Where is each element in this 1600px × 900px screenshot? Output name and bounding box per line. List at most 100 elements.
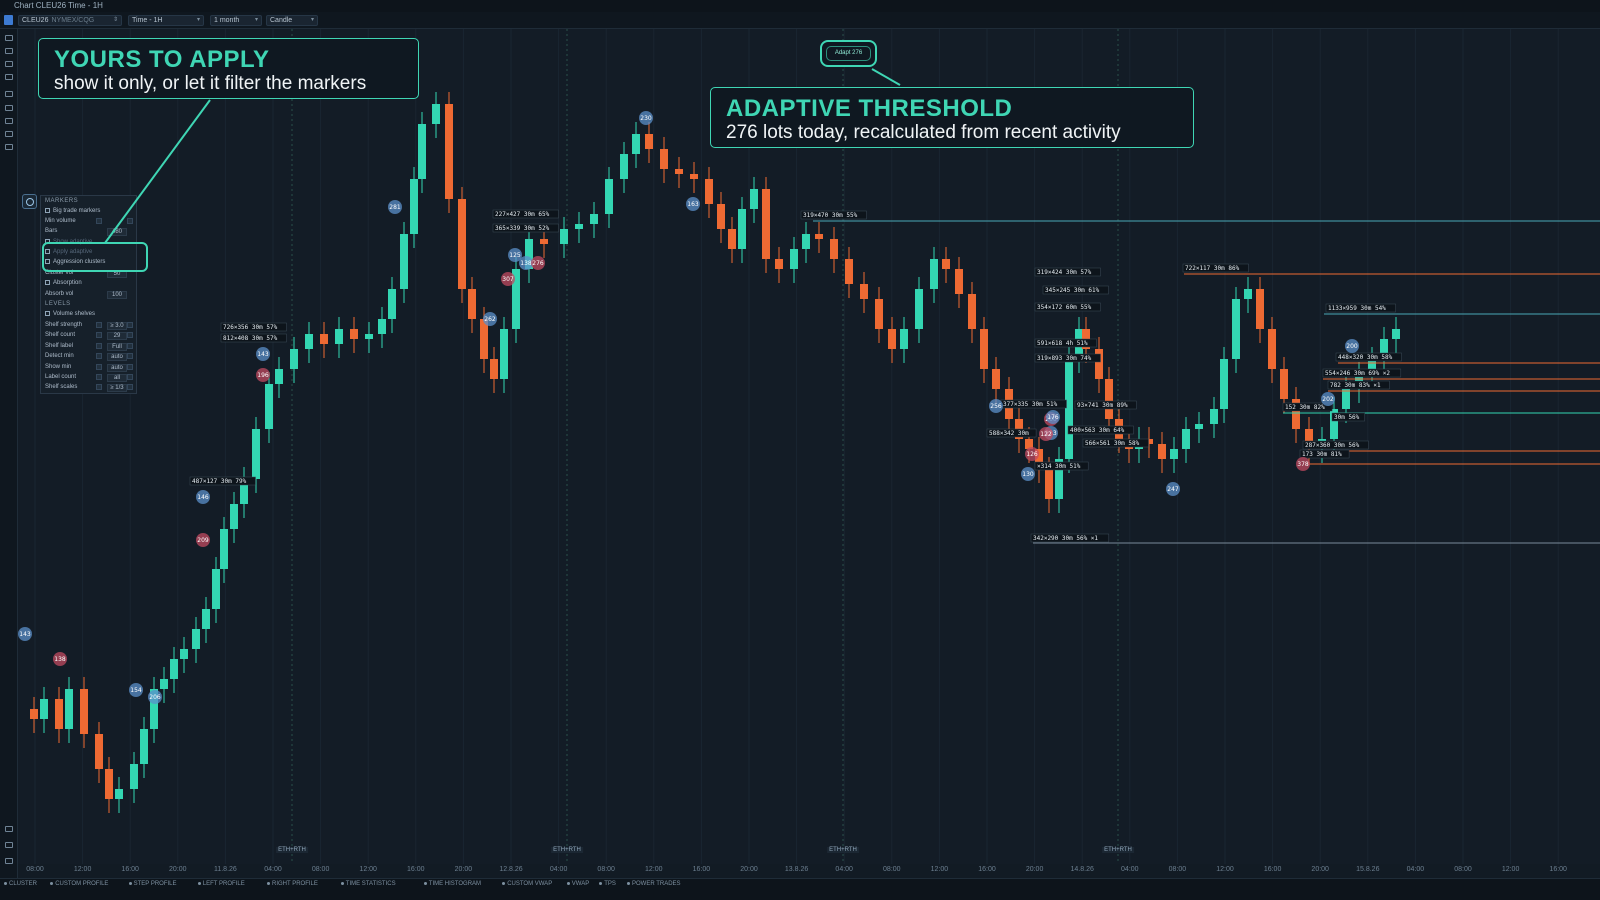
- time-tick-label: 08:00: [311, 866, 330, 873]
- shelf-setting-value[interactable]: all: [107, 374, 127, 382]
- big-trade-markers-toggle[interactable]: Big trade markers: [45, 207, 100, 216]
- indicator-tab[interactable]: TIME HISTOGRAM: [423, 881, 481, 887]
- time-tick-label: 04:00: [1406, 866, 1425, 873]
- bullish-candle: [180, 649, 188, 659]
- indicator-tab[interactable]: RIGHT PROFILE: [267, 881, 318, 887]
- increment-button[interactable]: [127, 374, 133, 380]
- bar-chart-icon[interactable]: [5, 35, 13, 41]
- indicator-tab[interactable]: STEP PROFILE: [128, 881, 177, 887]
- checkbox-icon[interactable]: [45, 279, 50, 285]
- bullish-candle: [1210, 409, 1218, 424]
- shelf-setting-value[interactable]: auto: [107, 353, 127, 362]
- eye-icon[interactable]: [5, 826, 13, 832]
- decrement-button[interactable]: [96, 363, 102, 370]
- indicator-tab[interactable]: CUSTOM PROFILE: [50, 881, 108, 887]
- indicator-tab[interactable]: VWAP: [566, 881, 589, 887]
- tab-dot-icon: [340, 881, 344, 885]
- volume-shelves-toggle[interactable]: Volume shelves: [45, 310, 95, 319]
- trash-icon[interactable]: [5, 842, 13, 848]
- ruler-icon[interactable]: [5, 131, 13, 137]
- min-volume-decrement[interactable]: [96, 218, 102, 224]
- decrement-button[interactable]: [96, 342, 102, 349]
- checkbox-icon[interactable]: [45, 310, 50, 316]
- increment-button[interactable]: [127, 363, 133, 370]
- chevron-down-icon: ▾: [254, 17, 258, 23]
- line-tool-icon[interactable]: [5, 105, 13, 111]
- bullish-candle: [378, 319, 386, 334]
- bullish-candle: [605, 179, 613, 214]
- time-tick-label: 12:00: [359, 866, 377, 873]
- shelf-label-text: 152 30m 82%: [1285, 404, 1325, 411]
- trade-marker-value: 143: [19, 631, 31, 638]
- bullish-candle: [388, 289, 396, 319]
- bars-value[interactable]: 480: [107, 228, 127, 236]
- shelf-setting-value[interactable]: ≥ 3.0: [107, 322, 127, 330]
- shelf-setting-label: Shelf scales: [45, 384, 78, 391]
- adaptive-threshold-badge[interactable]: Adapt 276: [820, 40, 877, 67]
- min-volume-increment[interactable]: [127, 218, 133, 224]
- time-tick-label: 16:00: [692, 866, 711, 873]
- shelf-setting-value[interactable]: ≥ 1/3: [107, 384, 127, 393]
- indicator-tab[interactable]: CUSTOM VWAP: [502, 881, 552, 887]
- range-dropdown[interactable]: 1 month ▾: [210, 15, 262, 26]
- bearish-candle: [660, 149, 668, 169]
- brush-icon[interactable]: [5, 74, 13, 80]
- bearish-candle: [942, 259, 950, 269]
- shelf-setting-label: Shelf label: [45, 342, 74, 349]
- adapt-badge-label: Adapt 276: [826, 46, 871, 61]
- increment-button[interactable]: [127, 353, 133, 360]
- shelf-label-text: 588×342 30m: [989, 430, 1029, 437]
- increment-button[interactable]: [127, 384, 133, 391]
- shelf-setting-value[interactable]: auto: [107, 363, 127, 372]
- bearish-candle: [992, 369, 1000, 389]
- time-tick-label: 08:00: [597, 866, 615, 873]
- bearish-candle: [717, 204, 725, 229]
- decrement-button[interactable]: [96, 353, 102, 360]
- markers-settings-icon[interactable]: [22, 194, 37, 209]
- bullish-candle: [115, 789, 123, 799]
- apply-callout-subtitle: show it only, or let it filter the marke…: [54, 73, 367, 94]
- tab-dot-icon: [50, 881, 54, 885]
- shelf-setting-label: Detect min: [45, 353, 74, 360]
- decrement-button[interactable]: [96, 374, 102, 380]
- layers-icon[interactable]: [5, 48, 13, 54]
- bullish-candle: [930, 259, 938, 289]
- shelf-label-text: 1133×959 30m 54%: [1328, 305, 1386, 312]
- indicator-tab[interactable]: CLUSTER: [4, 881, 37, 887]
- symbol-selector[interactable]: CLEU26 NYMEX/CQG ⇕: [18, 15, 122, 26]
- indicator-tab[interactable]: POWER TRADES: [627, 881, 681, 887]
- chart-type-dropdown[interactable]: Candle ▾: [266, 15, 318, 26]
- time-tick-label: 20:00: [740, 866, 758, 873]
- shelf-setting-value[interactable]: Full: [107, 342, 127, 351]
- bell-icon[interactable]: [5, 61, 13, 67]
- trade-marker-value: 176: [1047, 414, 1059, 421]
- shelf-setting-value[interactable]: 29: [107, 332, 127, 341]
- trade-marker-value: 125: [509, 252, 521, 259]
- decrement-button[interactable]: [96, 384, 102, 391]
- indicator-tab[interactable]: LEFT PROFILE: [197, 881, 245, 887]
- time-tick-label: 12:00: [1501, 866, 1520, 873]
- bearish-candle: [888, 329, 896, 349]
- list-icon[interactable]: [5, 858, 13, 864]
- increment-button[interactable]: [127, 332, 133, 339]
- indicator-tab[interactable]: TPS: [599, 881, 616, 887]
- chart-window: Chart CLEU26 Time - 1H CLEU26 NYMEX/CQG ⇕…: [0, 0, 1600, 900]
- time-tick-label: 20:00: [454, 866, 473, 873]
- decrement-button[interactable]: [96, 322, 102, 328]
- crosshair-icon[interactable]: [5, 91, 13, 97]
- absorb-vol-value[interactable]: 100: [107, 291, 127, 299]
- indicator-tab[interactable]: TIME STATISTICS: [340, 881, 396, 887]
- template-icon[interactable]: [5, 144, 13, 150]
- time-tick-label: 20:00: [1311, 866, 1329, 873]
- bullish-candle: [900, 329, 908, 349]
- rectangle-tool-icon[interactable]: [5, 118, 13, 124]
- checkbox-icon[interactable]: [45, 207, 50, 213]
- decrement-button[interactable]: [96, 332, 102, 339]
- candlestick-chart[interactable]: 726×356 30m 57% 812×408 30m 57% 487×127 30…: [18, 29, 1600, 864]
- shelf-label-text: 345×245 30m 61%: [1045, 287, 1100, 294]
- increment-button[interactable]: [127, 322, 133, 328]
- timeframe-dropdown[interactable]: Time - 1H ▾: [128, 15, 204, 26]
- chevron-down-icon: ▾: [310, 17, 314, 23]
- increment-button[interactable]: [127, 342, 133, 349]
- absorption-toggle[interactable]: Absorption: [45, 279, 82, 288]
